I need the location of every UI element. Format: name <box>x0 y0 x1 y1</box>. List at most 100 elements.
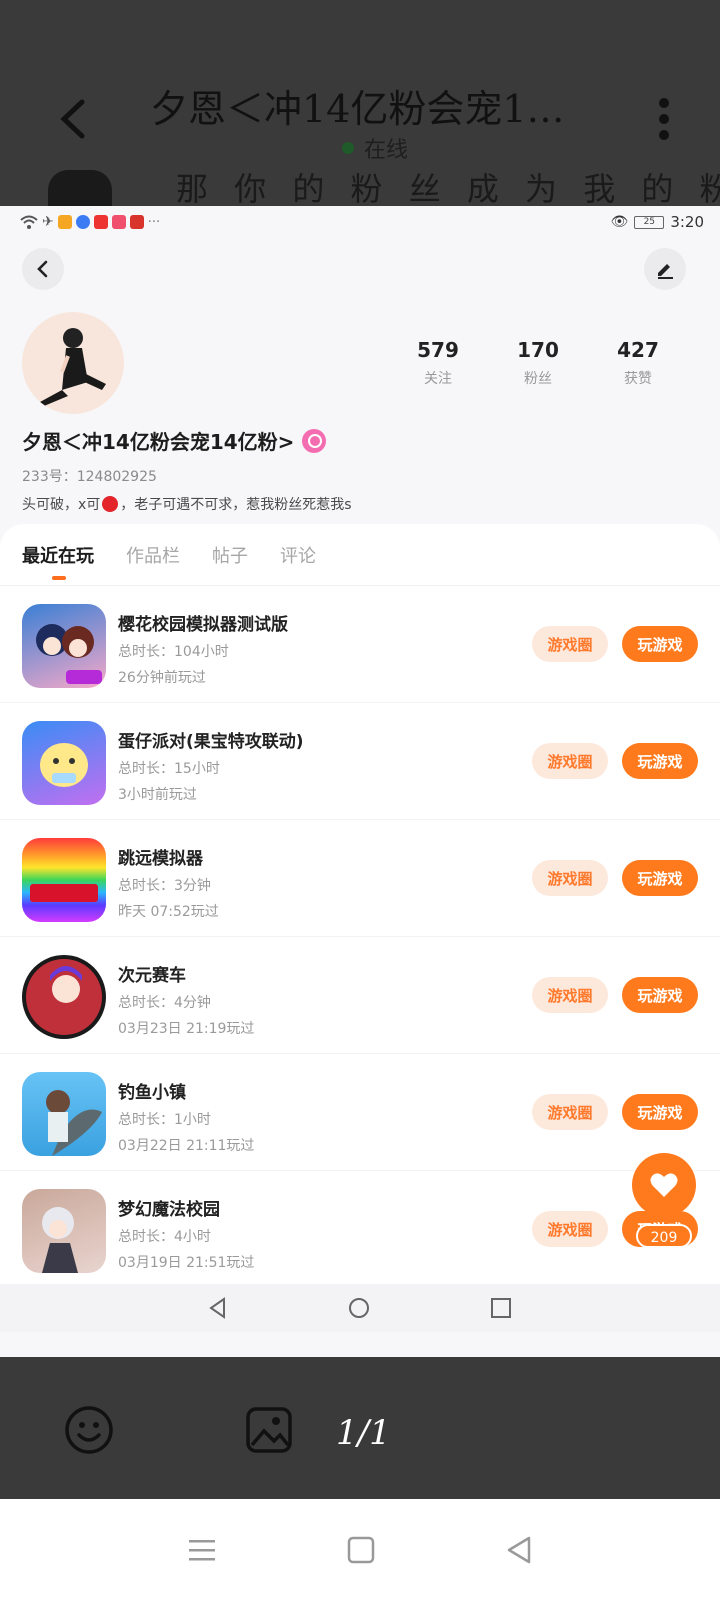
gender-badge-icon <box>302 428 327 453</box>
game-last-played: 03月23日 21:19玩过 <box>118 1021 255 1037</box>
tab-comments[interactable]: 评论 <box>280 542 316 568</box>
game-duration: 总时长：4分钟 <box>118 995 211 1011</box>
user-bio: 头可破，x可 ，老子可遇不可求，惹我粉丝死惹我s <box>22 494 352 514</box>
game-circle-button[interactable]: 游戏圈 <box>532 1211 608 1247</box>
game-last-played: 03月19日 21:51玩过 <box>118 1255 255 1271</box>
heart-icon <box>650 1173 678 1197</box>
viewer-toolbar: 1/1 <box>0 1357 720 1499</box>
avatar-illustration <box>40 328 106 406</box>
tab-recent[interactable]: 最近在玩 <box>22 542 94 568</box>
red-dot-emoji-icon <box>102 496 119 512</box>
eye-icon: 👁 <box>610 214 629 230</box>
game-name: 蛋仔派对(果宝特攻联动) <box>118 732 304 752</box>
game-icon <box>22 1189 106 1273</box>
like-count: 209 <box>636 1224 692 1248</box>
clock: 3:20 <box>670 213 704 231</box>
more-icon[interactable] <box>656 98 672 140</box>
profile-stats: 579 关注 170 粉丝 427 获赞 <box>388 338 688 388</box>
user-name: 夕恩＜冲14亿粉会宠14亿粉> <box>22 430 295 454</box>
marquee-text: 那 你 的 粉 丝 成 为 我 的 粉 <box>176 170 720 206</box>
app-icon <box>129 215 144 229</box>
system-nav-bar <box>0 1499 720 1600</box>
emoji-icon[interactable] <box>64 1405 114 1455</box>
nav-recents-icon[interactable] <box>490 1297 512 1319</box>
name-row: 夕恩＜冲14亿粉会宠14亿粉> <box>22 426 327 455</box>
stat-label: 粉丝 <box>524 371 552 387</box>
battery-icon: 25 <box>634 215 665 229</box>
menu-icon[interactable] <box>187 1537 217 1563</box>
play-game-button[interactable]: 玩游戏 <box>622 1094 698 1130</box>
online-status: 在线 <box>342 132 408 164</box>
stat-likes[interactable]: 427 获赞 <box>588 338 688 388</box>
game-circle-button[interactable]: 游戏圈 <box>532 1094 608 1130</box>
list-item[interactable]: 樱花校园模拟器测试版 总时长：104小时 26分钟前玩过 游戏圈 玩游戏 <box>0 586 720 703</box>
play-game-button[interactable]: 玩游戏 <box>622 626 698 662</box>
list-item[interactable]: 梦幻魔法校园 总时长：4小时 03月19日 21:51玩过 游戏圈 玩游戏 <box>0 1171 720 1288</box>
stat-label: 获赞 <box>624 371 652 387</box>
game-icon <box>22 1072 106 1156</box>
stat-value: 579 <box>417 338 459 362</box>
pencil-icon <box>658 264 673 279</box>
status-icons: ✈ ··· <box>20 214 160 230</box>
wifi-icon <box>20 215 38 229</box>
embedded-screenshot: ✈ ··· 👁 25 3:20 579 关注 170 粉丝 427 获赞 夕恩＜… <box>0 206 720 1357</box>
game-circle-button[interactable]: 游戏圈 <box>532 743 608 779</box>
home-icon[interactable] <box>347 1536 375 1564</box>
stat-value: 427 <box>617 338 659 362</box>
bio-text: ，老子可遇不可求，惹我粉丝死惹我s <box>120 497 352 513</box>
game-icon <box>22 721 106 805</box>
play-game-button[interactable]: 玩游戏 <box>622 860 698 896</box>
back-icon[interactable] <box>54 94 94 144</box>
viewer-header: 夕恩＜冲14亿粉会宠1… 在线 那 你 的 粉 丝 成 为 我 的 粉 <box>0 0 720 206</box>
tab-bar: 最近在玩 作品栏 帖子 评论 <box>0 524 720 586</box>
list-item[interactable]: 蛋仔派对(果宝特攻联动) 总时长：15小时 3小时前玩过 游戏圈 玩游戏 <box>0 703 720 820</box>
stat-following[interactable]: 579 关注 <box>388 338 488 388</box>
game-last-played: 3小时前玩过 <box>118 787 197 803</box>
app-icon <box>111 215 126 229</box>
nav-home-icon[interactable] <box>348 1297 370 1319</box>
game-icon <box>22 838 106 922</box>
game-last-played: 昨天 07:52玩过 <box>118 904 219 920</box>
app-icon <box>75 215 90 229</box>
status-bar: ✈ ··· 👁 25 3:20 <box>0 206 720 238</box>
game-list: 樱花校园模拟器测试版 总时长：104小时 26分钟前玩过 游戏圈 玩游戏 蛋仔派… <box>0 586 720 1288</box>
user-id: 233号：124802925 <box>22 469 157 485</box>
edit-button[interactable] <box>644 248 686 290</box>
back-button[interactable] <box>22 248 64 290</box>
avatar[interactable] <box>22 312 124 414</box>
game-circle-button[interactable]: 游戏圈 <box>532 977 608 1013</box>
game-circle-button[interactable]: 游戏圈 <box>532 626 608 662</box>
bio-text: 头可破，x可 <box>22 497 101 513</box>
game-circle-button[interactable]: 游戏圈 <box>532 860 608 896</box>
like-button[interactable] <box>632 1153 696 1217</box>
game-last-played: 03月22日 21:11玩过 <box>118 1138 255 1154</box>
game-name: 次元赛车 <box>118 966 186 986</box>
nav-back-icon[interactable] <box>208 1297 228 1319</box>
game-duration: 总时长：1小时 <box>118 1112 211 1128</box>
page-counter: 1/1 <box>336 1413 391 1453</box>
game-duration: 总时长：104小时 <box>118 644 229 660</box>
stat-value: 170 <box>517 338 559 362</box>
game-icon <box>22 955 106 1039</box>
image-icon[interactable] <box>244 1405 294 1455</box>
tab-posts[interactable]: 帖子 <box>212 542 248 568</box>
tab-works[interactable]: 作品栏 <box>126 542 180 568</box>
more-notifications-icon: ··· <box>147 214 161 230</box>
list-item[interactable]: 跳远模拟器 总时长：3分钟 昨天 07:52玩过 游戏圈 玩游戏 <box>0 820 720 937</box>
airplane-icon: ✈ <box>42 214 54 230</box>
game-name: 樱花校园模拟器测试版 <box>118 615 288 635</box>
online-status-label: 在线 <box>364 138 409 163</box>
list-item[interactable]: 次元赛车 总时长：4分钟 03月23日 21:19玩过 游戏圈 玩游戏 <box>0 937 720 1054</box>
stat-label: 关注 <box>424 371 452 387</box>
back-triangle-icon[interactable] <box>505 1535 533 1565</box>
stat-followers[interactable]: 170 粉丝 <box>488 338 588 388</box>
game-last-played: 26分钟前玩过 <box>118 670 206 686</box>
list-item[interactable]: 钓鱼小镇 总时长：1小时 03月22日 21:11玩过 游戏圈 玩游戏 <box>0 1054 720 1171</box>
play-game-button[interactable]: 玩游戏 <box>622 743 698 779</box>
tab-indicator <box>52 576 66 580</box>
app-icon <box>57 215 72 229</box>
game-duration: 总时长：3分钟 <box>118 878 211 894</box>
play-game-button[interactable]: 玩游戏 <box>622 977 698 1013</box>
game-name: 钓鱼小镇 <box>118 1083 186 1103</box>
marquee-image <box>48 170 112 206</box>
